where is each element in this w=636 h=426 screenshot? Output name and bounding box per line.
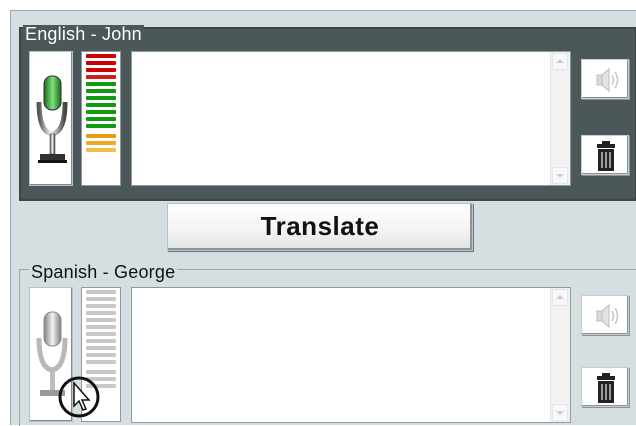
- level-bar: [86, 290, 116, 294]
- level-bar: [86, 89, 116, 93]
- level-bar: [86, 134, 116, 138]
- chevron-up-icon: [556, 295, 564, 299]
- level-bar: [86, 103, 116, 107]
- chevron-up-icon: [556, 59, 564, 63]
- spanish-panel-legend: Spanish - George: [29, 262, 178, 282]
- english-clear-button[interactable]: [581, 135, 629, 175]
- chevron-down-icon: [556, 411, 564, 415]
- spanish-clear-button[interactable]: [581, 367, 629, 407]
- level-bar: [86, 96, 116, 100]
- level-bar: [86, 332, 116, 336]
- scroll-down-button[interactable]: [552, 167, 568, 184]
- mouse-cursor-icon: [58, 376, 100, 418]
- spanish-speak-button[interactable]: [581, 295, 629, 335]
- level-bar: [86, 325, 116, 329]
- english-text: [136, 56, 548, 181]
- level-bar: [86, 311, 116, 315]
- spanish-text-area[interactable]: [131, 287, 571, 423]
- level-bar: [86, 297, 116, 301]
- level-bar: [86, 110, 116, 114]
- english-panel-legend: English - John: [23, 24, 144, 44]
- level-bar: [86, 61, 116, 65]
- level-bar: [86, 318, 116, 322]
- level-bar: [86, 360, 116, 364]
- scroll-up-button[interactable]: [552, 289, 568, 306]
- translate-button[interactable]: Translate: [167, 203, 473, 251]
- english-mic-button[interactable]: [29, 51, 73, 186]
- level-bar: [86, 82, 116, 86]
- english-text-area[interactable]: [131, 51, 571, 186]
- chevron-down-icon: [556, 174, 564, 178]
- trash-icon: [597, 373, 615, 403]
- spanish-text: [136, 292, 548, 418]
- english-speak-button[interactable]: [581, 59, 629, 99]
- level-bar: [86, 148, 116, 152]
- level-bar: [86, 75, 116, 79]
- microphone-icon: [36, 75, 68, 163]
- level-bar: [86, 353, 116, 357]
- english-scrollbar[interactable]: [550, 52, 570, 185]
- level-bar: [86, 124, 116, 128]
- level-bar: [86, 304, 116, 308]
- english-level-meter: [81, 51, 121, 186]
- trash-icon: [597, 141, 615, 171]
- scroll-down-button[interactable]: [552, 404, 568, 421]
- spanish-scrollbar[interactable]: [550, 288, 570, 422]
- level-bar: [86, 68, 116, 72]
- speaker-icon: [596, 67, 619, 93]
- level-bar: [86, 339, 116, 343]
- level-bar: [86, 117, 116, 121]
- speaker-icon: [596, 303, 619, 329]
- translator-window: English - John Translate Spanish - Georg…: [10, 10, 636, 426]
- level-bar: [86, 346, 116, 350]
- scroll-up-button[interactable]: [552, 53, 568, 70]
- level-bar: [86, 54, 116, 58]
- level-bar: [86, 141, 116, 145]
